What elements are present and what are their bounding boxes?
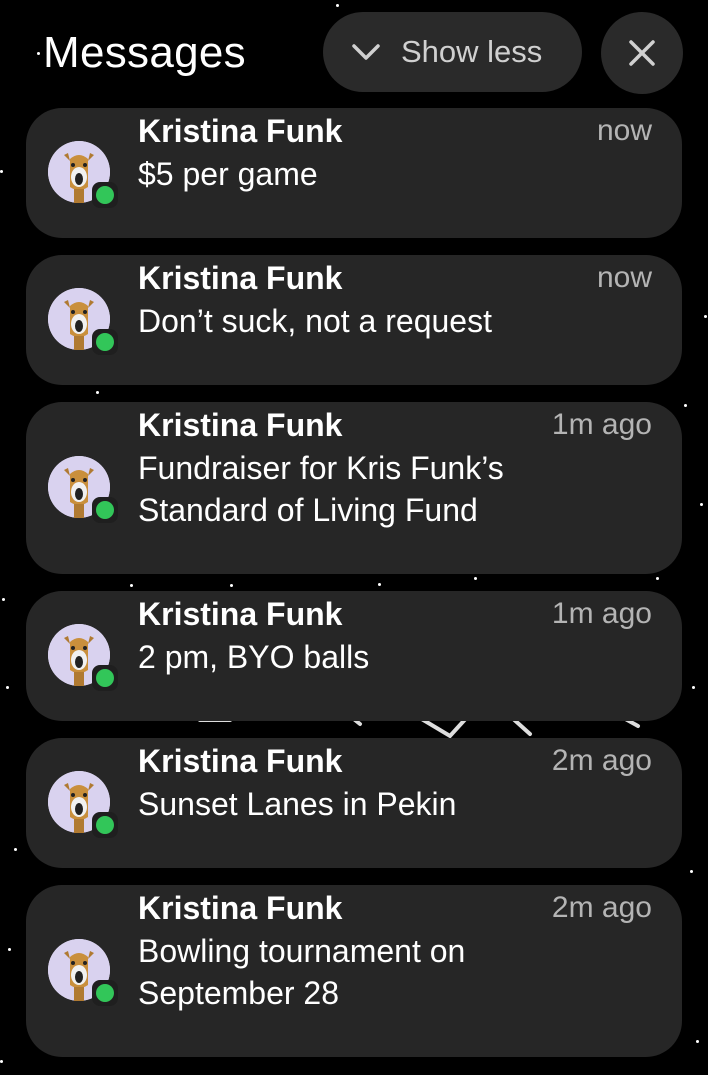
messages-app-icon <box>92 980 118 1006</box>
sender-name: Kristina Funk <box>138 596 343 632</box>
close-button[interactable] <box>601 12 683 94</box>
page-title: Messages <box>43 28 246 77</box>
notification-card[interactable]: Kristina Funk now Don’t suck, not a reques… <box>26 255 682 385</box>
avatar <box>48 288 118 355</box>
sender-name: Kristina Funk <box>138 260 343 296</box>
timestamp: 1m ago <box>551 597 652 630</box>
message-text: $5 per game <box>138 156 318 192</box>
messages-app-icon <box>92 497 118 523</box>
show-less-label: Show less <box>401 34 543 69</box>
timestamp: 2m ago <box>551 891 652 924</box>
avatar <box>48 624 118 691</box>
messages-app-icon <box>92 665 118 691</box>
messages-app-icon <box>92 182 118 208</box>
messages-app-icon <box>92 329 118 355</box>
sender-name: Kristina Funk <box>138 407 343 443</box>
message-text: 2 pm, BYO balls <box>138 639 370 675</box>
notification-card[interactable]: Kristina Funk now $5 per game <box>26 108 682 238</box>
notification-card[interactable]: Kristina Funk 2m ago Sunset Lanes in Pekin <box>26 738 682 868</box>
sender-name: Kristina Funk <box>138 890 343 926</box>
timestamp: now <box>596 114 652 147</box>
show-less-button[interactable]: Show less <box>323 12 582 92</box>
timestamp: now <box>596 261 652 294</box>
avatar <box>48 456 118 523</box>
messages-app-icon <box>92 812 118 838</box>
message-text: Fundraiser for Kris Funk’s Standard of L… <box>138 450 504 528</box>
sender-name: Kristina Funk <box>138 113 343 149</box>
notification-card[interactable]: Kristina Funk 1m ago 2 pm, BYO balls <box>26 591 682 721</box>
notification-card[interactable]: Kristina Funk 1m ago Fundraiser for Kris F… <box>26 402 682 574</box>
avatar <box>48 771 118 838</box>
close-icon <box>629 40 655 66</box>
avatar <box>48 141 118 208</box>
timestamp: 2m ago <box>551 744 652 777</box>
message-text: Don’t suck, not a request <box>138 303 492 339</box>
timestamp: 1m ago <box>551 408 652 441</box>
sender-name: Kristina Funk <box>138 743 343 779</box>
notification-card[interactable]: Kristina Funk 2m ago Bowling tournament on… <box>26 885 682 1057</box>
avatar <box>48 939 118 1006</box>
message-text: Sunset Lanes in Pekin <box>138 786 457 822</box>
message-text: Bowling tournament on September 28 <box>138 933 466 1011</box>
chevron-down-icon <box>352 44 380 60</box>
